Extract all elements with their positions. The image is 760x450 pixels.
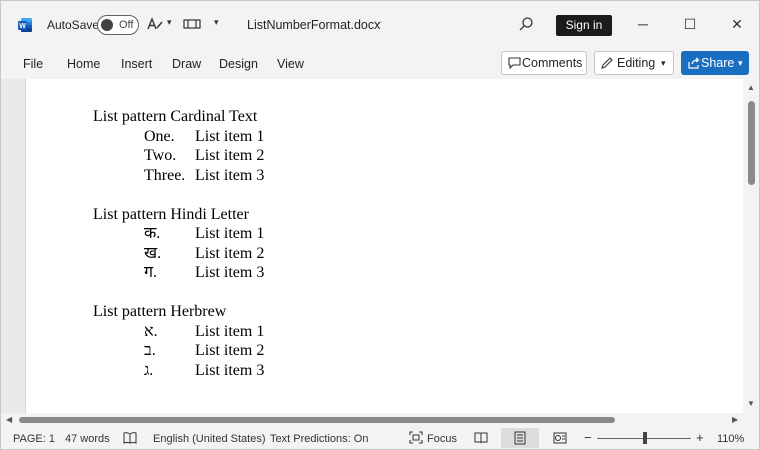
vertical-scrollbar[interactable]: ▲ ▼	[743, 79, 759, 413]
list-item: ग. List item 3	[93, 263, 264, 283]
list-item: क. List item 1	[93, 224, 264, 244]
print-layout-icon[interactable]	[513, 431, 527, 445]
list-item-text: List item 1	[195, 225, 265, 242]
editing-mode-button[interactable]: Editing ▾	[594, 51, 674, 75]
ribbon-tabs: File Home Insert Draw Design View Commen…	[1, 47, 759, 79]
list-group-cardinal: List pattern Cardinal Text One. List item…	[93, 107, 264, 186]
list-group-hindi: List pattern Hindi Letter क. List item 1 …	[93, 205, 264, 283]
document-canvas: List pattern Cardinal Text One. List item…	[1, 79, 759, 413]
list-number: ג.	[144, 361, 154, 379]
zoom-slider-thumb[interactable]	[643, 432, 647, 444]
list-item-text: List item 2	[195, 244, 265, 262]
list-item-text: List item 3	[195, 264, 265, 281]
minimize-button[interactable]: ─	[632, 13, 654, 35]
chevron-down-icon[interactable]: ▾	[167, 17, 172, 28]
zoom-level[interactable]: 110%	[717, 433, 744, 445]
tab-draw[interactable]: Draw	[172, 57, 201, 71]
list-heading: List pattern Cardinal Text	[93, 108, 258, 125]
list-group-hebrew: List pattern Herbrew א. List item 1 ב. Lis…	[93, 302, 264, 381]
word-count[interactable]: 47 words	[65, 433, 110, 445]
close-button[interactable]: ✕	[726, 13, 748, 35]
horizontal-scroll-thumb[interactable]	[19, 417, 615, 423]
list-item: ג. List item 3	[93, 361, 264, 381]
list-item-text: List item 3	[195, 166, 265, 184]
autosave-toggle[interactable]: Off	[97, 15, 139, 35]
list-item: One. List item 1	[93, 127, 264, 147]
tab-design[interactable]: Design	[219, 57, 258, 71]
list-item: Two. List item 2	[93, 146, 264, 166]
list-item-text: List item 1	[195, 322, 265, 340]
list-item: ख. List item 2	[93, 244, 264, 264]
list-item-text: List item 3	[195, 361, 265, 379]
editing-chevron-icon: ▾	[661, 58, 666, 68]
list-item: ב. List item 2	[93, 341, 264, 361]
list-item-text: List item 1	[195, 127, 265, 145]
page-indicator[interactable]: PAGE: 1	[13, 433, 55, 445]
tab-view[interactable]: View	[277, 57, 304, 71]
list-number: One.	[144, 127, 175, 145]
title-bar: W AutoSave Off ▾ ▾ ListNumberFormat.docx…	[1, 1, 759, 47]
list-number: ב.	[144, 342, 156, 359]
document-title[interactable]: ListNumberFormat.docx	[247, 18, 380, 32]
scroll-right-arrow-icon[interactable]: ▶	[732, 415, 738, 424]
tab-insert[interactable]: Insert	[121, 57, 152, 71]
document-body[interactable]: List pattern Cardinal Text One. List item…	[93, 107, 264, 400]
comment-icon	[508, 57, 521, 69]
share-icon	[688, 57, 700, 69]
language-indicator[interactable]: English (United States)	[153, 433, 266, 445]
quick-access-chevron-icon[interactable]: ▾	[214, 17, 219, 28]
focus-icon[interactable]	[409, 431, 423, 444]
toggle-knob	[101, 19, 113, 31]
text-predictions-indicator[interactable]: Text Predictions: On	[270, 433, 368, 445]
list-number: क.	[144, 225, 161, 242]
web-layout-icon[interactable]	[553, 431, 567, 445]
share-chevron-icon: ▾	[738, 58, 743, 68]
tab-home[interactable]: Home	[67, 57, 100, 71]
zoom-in-button[interactable]: +	[696, 430, 704, 445]
word-app-icon: W	[18, 18, 32, 32]
word-window: W AutoSave Off ▾ ▾ ListNumberFormat.docx…	[0, 0, 760, 450]
zoom-out-button[interactable]: −	[584, 430, 592, 445]
share-label: Share	[701, 56, 735, 70]
list-number: א.	[144, 322, 158, 340]
focus-label[interactable]: Focus	[427, 433, 457, 445]
svg-text:W: W	[19, 23, 26, 30]
list-heading: List pattern Hindi Letter	[93, 205, 249, 223]
scroll-down-arrow-icon[interactable]: ▼	[747, 399, 755, 408]
list-number: ग.	[144, 264, 158, 281]
scroll-left-arrow-icon[interactable]: ◀	[6, 415, 12, 424]
read-mode-icon[interactable]	[474, 431, 488, 444]
title-chevron-icon[interactable]: ⌵	[374, 17, 382, 28]
list-item-text: List item 2	[195, 342, 265, 359]
editor-pen-icon[interactable]	[146, 16, 164, 32]
comments-button[interactable]: Comments	[501, 51, 587, 75]
list-number: Three.	[144, 166, 186, 184]
search-icon[interactable]	[518, 16, 534, 32]
horizontal-scrollbar[interactable]: ◀ ▶	[1, 413, 759, 427]
tab-file[interactable]: File	[23, 57, 43, 71]
status-bar: PAGE: 1 47 words English (United States)…	[1, 427, 759, 449]
list-number: ख.	[144, 244, 162, 262]
proofing-book-icon[interactable]	[123, 431, 137, 444]
list-heading: List pattern Herbrew	[93, 303, 227, 320]
scroll-up-arrow-icon[interactable]: ▲	[747, 83, 755, 92]
share-button[interactable]: Share ▾	[681, 51, 749, 75]
list-number: Two.	[144, 147, 177, 164]
sign-in-button[interactable]: Sign in	[556, 15, 612, 36]
pencil-icon	[601, 57, 613, 69]
comments-label: Comments	[522, 56, 583, 70]
autosave-label: AutoSave	[47, 18, 100, 32]
autosave-state: Off	[119, 19, 134, 31]
list-item: Three. List item 3	[93, 166, 264, 186]
list-item-text: List item 2	[195, 147, 265, 164]
vertical-scroll-thumb[interactable]	[748, 101, 755, 185]
page-layout-icon[interactable]	[183, 17, 201, 31]
list-item: א. List item 1	[93, 322, 264, 342]
editing-label: Editing	[617, 56, 656, 70]
maximize-button[interactable]: ☐	[679, 13, 701, 35]
